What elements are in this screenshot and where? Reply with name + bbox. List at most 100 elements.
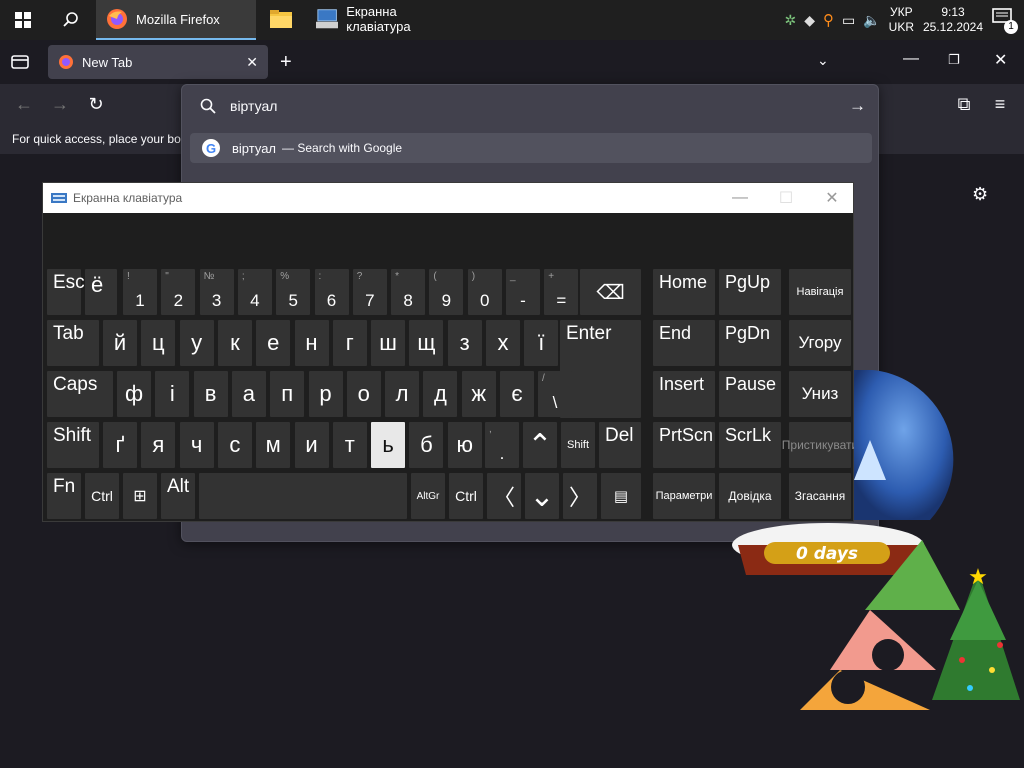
key-н[interactable]: н bbox=[294, 320, 329, 366]
window-minimize-button[interactable]: — bbox=[903, 50, 919, 68]
key-є[interactable]: є bbox=[500, 371, 534, 417]
new-tab-settings-gear-icon[interactable]: ⚙ bbox=[972, 184, 988, 205]
window-close-button[interactable]: ✕ bbox=[994, 50, 1007, 70]
key-у[interactable]: у bbox=[179, 320, 214, 366]
key-р[interactable]: р bbox=[308, 371, 343, 417]
key-ф[interactable]: ф bbox=[117, 371, 151, 417]
key-а[interactable]: а bbox=[231, 371, 266, 417]
key-7[interactable]: ? 7 bbox=[352, 269, 387, 315]
new-tab-button[interactable]: + bbox=[280, 51, 292, 74]
key--[interactable]: _ - bbox=[506, 269, 540, 315]
osk-close-button[interactable]: ✕ bbox=[809, 183, 855, 213]
key-6[interactable]: :6 bbox=[314, 269, 349, 315]
key-9[interactable]: (9 bbox=[429, 269, 464, 315]
key-esc[interactable]: Esc bbox=[47, 269, 85, 315]
key-д[interactable]: д bbox=[423, 371, 458, 417]
key-м[interactable]: м bbox=[256, 422, 291, 468]
key-=[interactable]: + = bbox=[544, 269, 579, 315]
key-б[interactable]: б bbox=[409, 422, 444, 468]
key-ц[interactable]: ц bbox=[141, 320, 176, 366]
key-ж[interactable]: ж bbox=[461, 371, 496, 417]
key-enter[interactable]: Enter bbox=[560, 320, 641, 418]
key-л[interactable]: л bbox=[385, 371, 420, 417]
key-caps[interactable]: Caps bbox=[47, 371, 113, 417]
key-х[interactable]: х bbox=[486, 320, 520, 366]
key-1[interactable]: ! 1 bbox=[123, 269, 157, 315]
key-і[interactable]: і bbox=[155, 371, 190, 417]
go-arrow-icon[interactable]: → bbox=[849, 96, 866, 116]
urlbar-input-row[interactable]: → bbox=[182, 85, 878, 127]
osk-minimize-button[interactable]: — bbox=[717, 183, 763, 213]
language-indicator[interactable]: УКР UKR bbox=[889, 5, 914, 35]
key-8[interactable]: * 8 bbox=[391, 269, 426, 315]
key-ь[interactable]: ь bbox=[371, 422, 406, 468]
key-tab[interactable]: Tab bbox=[47, 320, 99, 366]
firefox-view-button[interactable] bbox=[10, 52, 30, 72]
key-nav-0-0[interactable]: Home bbox=[653, 269, 715, 315]
key-в[interactable]: в bbox=[193, 371, 228, 417]
urlbar-input[interactable] bbox=[230, 98, 790, 114]
key-alt-left[interactable]: Alt bbox=[161, 473, 195, 519]
taskbar-firefox[interactable]: Mozilla Firefox bbox=[96, 0, 256, 40]
key-п[interactable]: п bbox=[270, 371, 305, 417]
key-г[interactable]: г bbox=[332, 320, 367, 366]
network-icon[interactable]: ▭ bbox=[842, 12, 855, 29]
tray-security-icon[interactable]: ✲ bbox=[784, 12, 796, 29]
key-з[interactable]: з bbox=[447, 320, 482, 366]
reload-icon[interactable]: ↻ bbox=[84, 92, 108, 116]
key-и[interactable]: и bbox=[294, 422, 329, 468]
key-ctrl-left[interactable]: Ctrl bbox=[85, 473, 119, 519]
osk-maximize-button[interactable]: ☐ bbox=[763, 183, 809, 213]
key-arrow-down[interactable]: ⌄ bbox=[525, 473, 559, 519]
key-yo[interactable]: ё bbox=[85, 269, 117, 315]
key-windows[interactable]: ⊞ bbox=[123, 473, 157, 519]
window-restore-button[interactable]: ❐ bbox=[948, 52, 960, 68]
key-о[interactable]: о bbox=[346, 371, 381, 417]
key-я[interactable]: я bbox=[141, 422, 176, 468]
key-4[interactable]: ; 4 bbox=[237, 269, 272, 315]
key-2[interactable]: " 2 bbox=[161, 269, 196, 315]
key-3[interactable]: № 3 bbox=[199, 269, 234, 315]
start-button[interactable] bbox=[0, 0, 46, 40]
osk-titlebar[interactable]: Екранна клавіатура — ☐ ✕ bbox=[43, 183, 853, 213]
clock[interactable]: 9:13 25.12.2024 bbox=[922, 5, 984, 35]
taskbar-file-explorer[interactable] bbox=[256, 0, 306, 40]
key-menu[interactable]: ▤ bbox=[601, 473, 641, 519]
key-т[interactable]: т bbox=[332, 422, 367, 468]
key-ч[interactable]: ч bbox=[179, 422, 214, 468]
key-altgr[interactable]: AltGr bbox=[411, 473, 445, 519]
key-shift-left[interactable]: Shift bbox=[47, 422, 99, 468]
key-с[interactable]: с bbox=[217, 422, 252, 468]
key-й[interactable]: й bbox=[103, 320, 137, 366]
taskbar-osk[interactable]: Екранна клавіатура bbox=[306, 0, 466, 40]
key-ш[interactable]: ш bbox=[371, 320, 406, 366]
key-nav-1-1[interactable]: PgDn bbox=[719, 320, 781, 366]
key-del[interactable]: Del bbox=[599, 422, 641, 468]
tab-new-tab[interactable]: New Tab ✕ bbox=[48, 45, 268, 79]
volume-muted-icon[interactable]: 🔈 bbox=[863, 12, 880, 29]
back-arrow-icon[interactable]: ← bbox=[12, 92, 36, 116]
key-shift-right[interactable]: Shift bbox=[561, 422, 595, 468]
key-nav-0-1[interactable]: PgUp bbox=[719, 269, 781, 315]
key-0[interactable]: ) 0 bbox=[467, 269, 502, 315]
key-arrow-left[interactable]: 〈 bbox=[487, 473, 521, 519]
key-ю[interactable]: ю bbox=[447, 422, 482, 468]
key-backspace[interactable]: ⌫ bbox=[580, 269, 641, 315]
suggestion-search-google[interactable]: G віртуал — Search with Google bbox=[190, 133, 872, 163]
hamburger-menu-icon[interactable]: ≡ bbox=[988, 92, 1012, 116]
tray-drop-icon[interactable]: ◆ bbox=[804, 12, 815, 29]
list-all-tabs-chevron-down-icon[interactable]: ⌄ bbox=[817, 52, 829, 69]
key-ґ[interactable]: ґ bbox=[103, 422, 137, 468]
key-щ[interactable]: щ bbox=[409, 320, 444, 366]
key-space[interactable] bbox=[199, 473, 407, 519]
key-nav-0-2[interactable]: Навігація bbox=[789, 269, 851, 315]
key-period[interactable]: ,. bbox=[485, 422, 519, 468]
extensions-puzzle-icon[interactable]: ⧉ bbox=[952, 92, 976, 116]
key-5[interactable]: % 5 bbox=[276, 269, 311, 315]
key-fn[interactable]: Fn bbox=[47, 473, 81, 519]
key-ї[interactable]: ї bbox=[524, 320, 559, 366]
key-е[interactable]: е bbox=[256, 320, 291, 366]
search-button[interactable] bbox=[46, 0, 96, 40]
key-ctrl-right[interactable]: Ctrl bbox=[449, 473, 483, 519]
tab-close-icon[interactable]: ✕ bbox=[246, 54, 258, 71]
